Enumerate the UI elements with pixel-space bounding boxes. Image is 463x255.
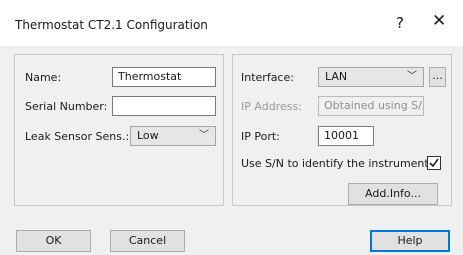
- ip-address-label: IP Address:: [241, 100, 302, 113]
- name-input[interactable]: Thermostat: [112, 67, 216, 87]
- leak-sensor-label: Leak Sensor Sens.:: [25, 130, 130, 143]
- close-icon[interactable]: ✕: [432, 11, 446, 31]
- device-group: Name: Thermostat Serial Number: Leak Sen…: [14, 54, 224, 206]
- interface-label: Interface:: [241, 71, 294, 84]
- window-title: Thermostat CT2.1 Configuration: [15, 18, 208, 32]
- interface-more-button[interactable]: ...: [429, 67, 446, 87]
- interface-select[interactable]: LAN ﹀: [318, 67, 424, 87]
- ip-port-input[interactable]: 10001: [318, 126, 374, 146]
- title-bar: Thermostat CT2.1 Configuration ? ✕: [0, 0, 463, 46]
- chevron-down-icon: ﹀: [407, 71, 417, 82]
- use-sn-label: Use S/N to identify the instrument:: [241, 157, 433, 170]
- chevron-down-icon: ﹀: [199, 130, 209, 141]
- dialog-client: Name: Thermostat Serial Number: Leak Sen…: [0, 46, 463, 255]
- checkmark-icon: [429, 158, 439, 168]
- serial-number-input[interactable]: [112, 96, 216, 116]
- help-icon[interactable]: ?: [396, 14, 404, 32]
- cancel-button[interactable]: Cancel: [110, 230, 185, 252]
- add-info-button[interactable]: Add.Info...: [348, 183, 438, 205]
- serial-number-label: Serial Number:: [25, 100, 108, 113]
- ip-address-input: Obtained using S/N: [318, 96, 424, 116]
- leak-sensor-select[interactable]: Low ﹀: [130, 126, 216, 146]
- leak-sensor-value: Low: [137, 129, 159, 142]
- name-label: Name:: [25, 71, 62, 84]
- interface-value: LAN: [325, 70, 348, 83]
- ip-port-label: IP Port:: [241, 130, 280, 143]
- help-button[interactable]: Help: [370, 230, 450, 252]
- ok-button[interactable]: OK: [16, 230, 91, 252]
- connection-group: Interface: LAN ﹀ ... IP Address: Obtaine…: [232, 54, 452, 206]
- use-sn-checkbox[interactable]: [427, 156, 441, 170]
